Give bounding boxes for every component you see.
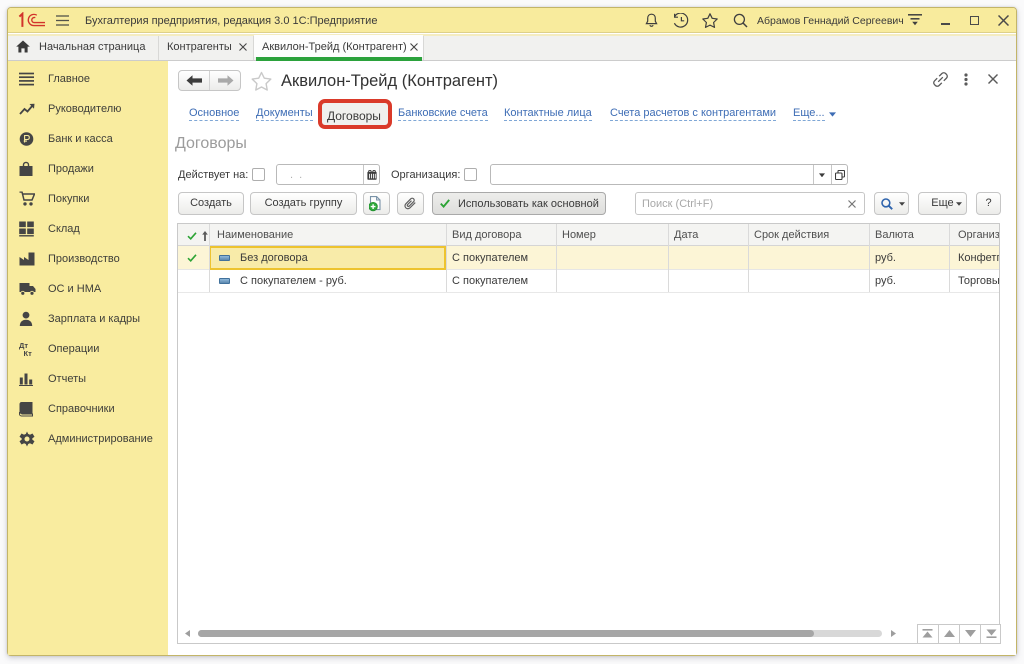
svg-text:Кт: Кт <box>24 349 33 357</box>
